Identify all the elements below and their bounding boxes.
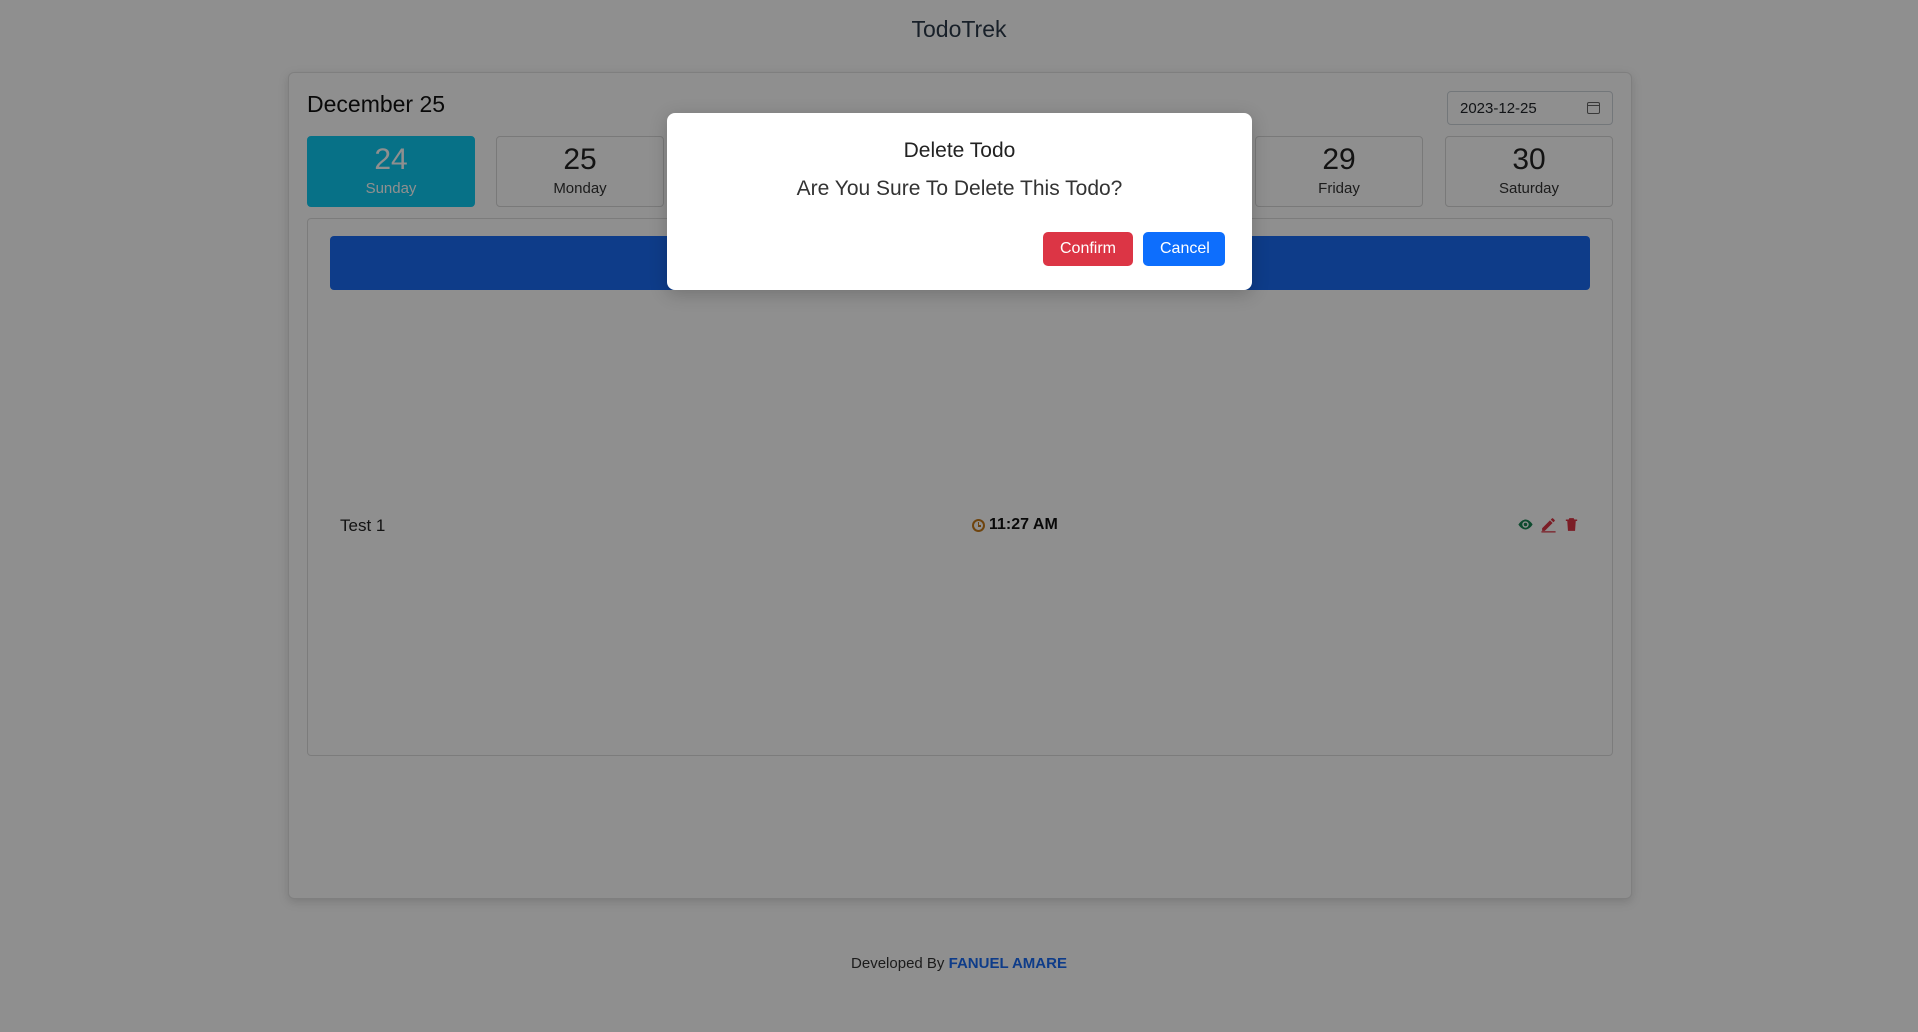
cancel-button[interactable]: Cancel: [1143, 232, 1225, 266]
confirm-button[interactable]: Confirm: [1043, 232, 1133, 266]
modal-title: Delete Todo: [903, 139, 1016, 162]
delete-todo-modal: Delete Todo Are You Sure To Delete This …: [667, 113, 1252, 290]
modal-message: Are You Sure To Delete This Todo?: [796, 177, 1123, 200]
modal-buttons: Confirm Cancel: [1043, 232, 1225, 266]
page: TodoTrek December 25 2023-12-25 24 Sunda…: [0, 0, 1918, 1032]
